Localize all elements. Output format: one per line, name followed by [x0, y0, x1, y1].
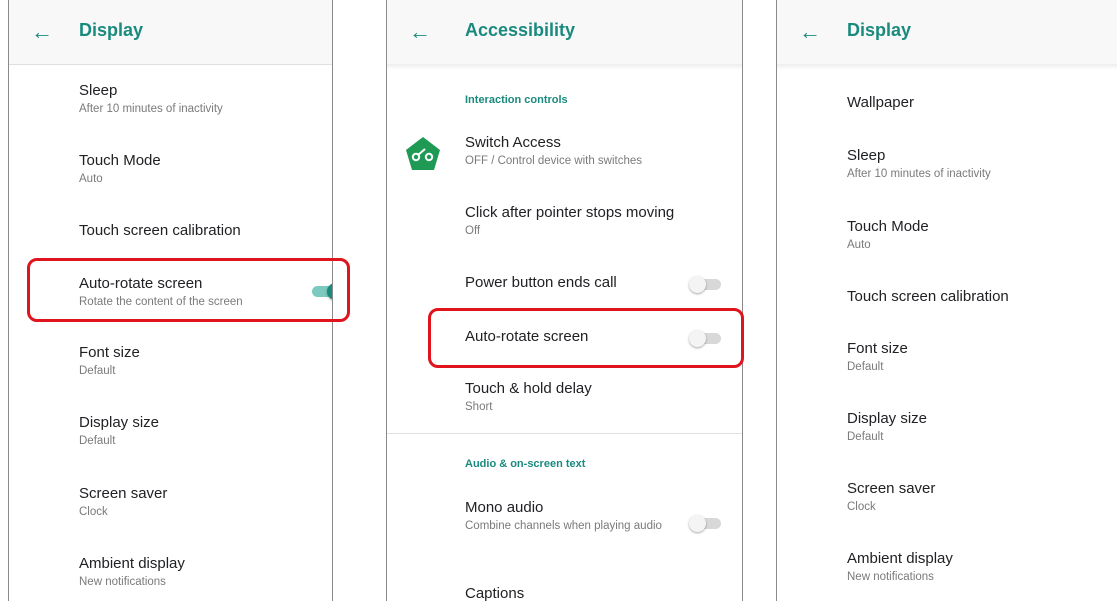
setting-font-size[interactable]: Font size Default	[847, 340, 908, 375]
display-screen-right: ← Display Wallpaper Sleep After 10 minut…	[776, 0, 1117, 601]
setting-sleep[interactable]: Sleep After 10 minutes of inactivity	[847, 147, 991, 182]
setting-touch-calibration[interactable]: Touch screen calibration	[847, 288, 1009, 306]
mono-audio-toggle[interactable]	[689, 515, 721, 532]
app-bar: ← Accessibility	[387, 0, 742, 65]
setting-click-after-pointer[interactable]: Click after pointer stops moving Off	[465, 204, 674, 239]
app-bar: ← Display	[777, 0, 1117, 65]
power-button-toggle[interactable]	[689, 276, 721, 293]
setting-touch-mode[interactable]: Touch Mode Auto	[79, 152, 161, 187]
setting-mono-audio[interactable]: Mono audio Combine channels when playing…	[465, 499, 665, 534]
app-bar: ← Display	[9, 0, 332, 65]
setting-power-button-ends-call[interactable]: Power button ends call	[465, 274, 617, 292]
section-header-audio-text: Audio & on-screen text	[465, 458, 586, 470]
setting-switch-access[interactable]: Switch Access OFF / Control device with …	[465, 134, 642, 169]
setting-screen-saver[interactable]: Screen saver Clock	[847, 480, 935, 515]
setting-font-size[interactable]: Font size Default	[79, 344, 140, 379]
setting-ambient-display[interactable]: Ambient display New notifications	[847, 550, 953, 585]
accessibility-screen: ← Accessibility Interaction controls Swi…	[386, 0, 743, 601]
setting-display-size[interactable]: Display size Default	[79, 414, 159, 449]
scroll-shadow	[387, 64, 742, 70]
page-title: Accessibility	[465, 20, 576, 40]
section-header-interaction-controls: Interaction controls	[465, 94, 568, 106]
setting-touch-calibration[interactable]: Touch screen calibration	[79, 222, 241, 240]
back-arrow-icon[interactable]: ←	[799, 18, 821, 46]
divider	[387, 433, 742, 434]
switch-access-icon	[406, 137, 440, 170]
setting-wallpaper[interactable]: Wallpaper	[847, 94, 914, 112]
setting-captions[interactable]: Captions	[465, 585, 524, 601]
setting-touch-mode[interactable]: Touch Mode Auto	[847, 218, 929, 253]
highlight-box-auto-rotate-middle	[428, 308, 744, 368]
setting-screen-saver[interactable]: Screen saver Clock	[79, 485, 167, 520]
scroll-shadow	[777, 64, 1117, 70]
setting-sleep[interactable]: Sleep After 10 minutes of inactivity	[79, 82, 223, 117]
setting-touch-hold-delay[interactable]: Touch & hold delay Short	[465, 380, 592, 415]
back-arrow-icon[interactable]: ←	[409, 18, 431, 46]
setting-ambient-display[interactable]: Ambient display New notifications	[79, 555, 185, 590]
setting-display-size[interactable]: Display size Default	[847, 410, 927, 445]
page-title: Display	[79, 20, 144, 40]
page-title: Display	[847, 20, 912, 40]
highlight-box-auto-rotate-left	[27, 258, 350, 322]
back-arrow-icon[interactable]: ←	[31, 18, 53, 46]
